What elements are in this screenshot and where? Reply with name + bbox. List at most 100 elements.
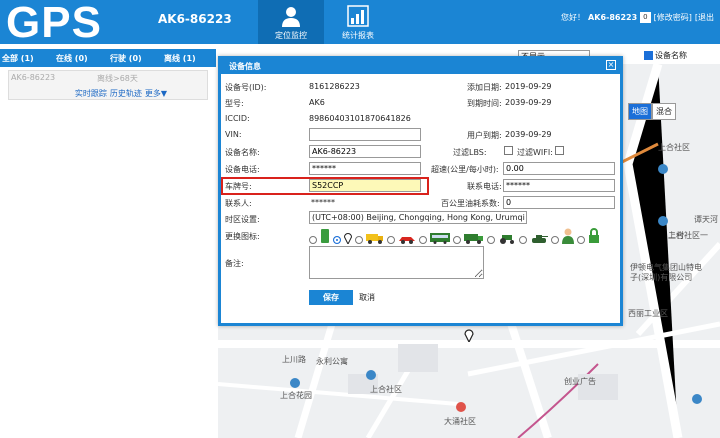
phone-device-icon xyxy=(321,229,329,243)
user-name: AK6-86223 xyxy=(588,13,638,22)
top-header: GPS AK6-86223 定位监控 统计报表 您好！ AK6-86223 0 … xyxy=(0,0,720,47)
timezone-select[interactable]: (UTC+08:00) Beijing, Chongqing, Hong Kon… xyxy=(309,211,527,224)
close-icon[interactable]: × xyxy=(606,60,616,70)
tab-online[interactable]: 在线 (0) xyxy=(54,49,108,67)
model-label: 型号: xyxy=(225,99,244,108)
device-phone-label: 设备电话: xyxy=(225,165,260,174)
vin-label: VIN: xyxy=(225,130,242,139)
icon-radio[interactable] xyxy=(453,236,461,244)
tab-location-monitor-label: 定位监控 xyxy=(275,31,307,40)
map-label: 西丽工业区 xyxy=(628,309,668,318)
contact-phone-input[interactable] xyxy=(503,179,615,192)
add-date-label: 添加日期: xyxy=(467,83,502,92)
tab-location-monitor[interactable]: 定位监控 xyxy=(258,0,324,44)
contact-phone-label: 联系电话: xyxy=(467,182,502,191)
app-logo: GPS xyxy=(6,0,102,47)
car-icon xyxy=(399,237,415,244)
greeting: 您好！ xyxy=(561,13,586,22)
fuel-label: 百公里油耗系数: xyxy=(441,199,500,208)
iccid-label: ICCID: xyxy=(225,114,250,123)
timezone-label: 时区设置: xyxy=(225,215,260,224)
map-label: 谭天河 xyxy=(694,215,718,224)
lock-icon xyxy=(589,228,599,243)
icon-radio[interactable] xyxy=(577,236,585,244)
realtime-track-link[interactable]: 实时跟踪 xyxy=(75,88,107,99)
poi-marker-icon xyxy=(658,216,668,226)
tab-all[interactable]: 全部 (1) xyxy=(0,49,54,67)
poi-marker-icon xyxy=(366,370,376,380)
logout-link[interactable]: [退出 xyxy=(695,12,714,23)
person-icon xyxy=(562,228,574,244)
map-pin-icon xyxy=(464,329,474,342)
icon-radio[interactable] xyxy=(419,236,427,244)
tab-offline[interactable]: 离线 (1) xyxy=(162,49,216,67)
tab-moving[interactable]: 行驶 (0) xyxy=(108,49,162,67)
save-button[interactable]: 保存 xyxy=(309,290,353,305)
icon-radio[interactable] xyxy=(487,236,495,244)
device-name-checkbox[interactable] xyxy=(644,51,653,60)
device-list-item[interactable]: AK6-86223 离线>68天 实时跟踪 历史轨迹 更多▼ xyxy=(8,70,208,100)
device-filter-tabs: 全部 (1) 在线 (0) 行驶 (0) 离线 (1) xyxy=(0,49,216,67)
icon-radio[interactable] xyxy=(519,236,527,244)
poi-marker-icon xyxy=(456,402,466,412)
vin-input[interactable] xyxy=(309,128,421,141)
tractor-icon xyxy=(500,235,514,244)
lorry-icon xyxy=(464,234,483,244)
language-box[interactable]: 0 xyxy=(640,12,651,23)
device-list-name: AK6-86223 xyxy=(11,73,56,82)
device-name-toggle[interactable]: 设备名称 xyxy=(644,50,687,61)
tab-statistics-report-label: 统计报表 xyxy=(342,31,374,40)
map-label: 大涌社区 xyxy=(444,417,476,426)
device-name-checkbox-label: 设备名称 xyxy=(655,51,687,60)
map-label: 上合花园 xyxy=(280,391,312,400)
header-device-name: AK6-86223 xyxy=(158,12,232,26)
user-expire-label: 用户到期: xyxy=(467,131,502,140)
device-name-input[interactable] xyxy=(309,145,421,158)
change-password-link[interactable]: [修改密码] xyxy=(654,12,692,23)
expire-label: 到期时间: xyxy=(467,99,502,108)
map-label: 永利公寓 xyxy=(316,357,348,366)
iccid-value: 89860403101870641826 xyxy=(309,114,411,123)
filter-wifi-checkbox[interactable] xyxy=(555,146,564,155)
tab-statistics-report[interactable]: 统计报表 xyxy=(325,0,391,44)
device-info-dialog: 设备信息 × 设备号(ID): 8161286223 型号: AK6 ICCID… xyxy=(218,56,623,326)
map-label: 子(深圳)有限公司 xyxy=(630,273,693,282)
fuel-input[interactable] xyxy=(503,196,615,209)
contact-value: ****** xyxy=(311,198,335,207)
truck-icon xyxy=(366,234,383,244)
device-id-label: 设备号(ID): xyxy=(225,83,267,92)
plate-label: 车牌号: xyxy=(225,182,252,191)
bus-icon xyxy=(430,233,450,244)
icon-radio[interactable] xyxy=(309,236,317,244)
icon-radio[interactable] xyxy=(551,236,559,244)
plate-number-input[interactable] xyxy=(309,179,421,192)
device-list-status: 离线>68天 xyxy=(97,74,138,83)
icon-radio[interactable] xyxy=(387,236,395,244)
device-id-value: 8161286223 xyxy=(309,82,360,91)
map-label: 上合社区 xyxy=(658,143,690,152)
contact-label: 联系人: xyxy=(225,199,252,208)
cancel-button[interactable]: 取消 xyxy=(359,290,375,305)
device-links: 实时跟踪 历史轨迹 更多▼ xyxy=(75,88,167,99)
map-type-hybrid[interactable]: 混合 xyxy=(652,103,676,120)
tank-icon xyxy=(532,235,548,243)
map-type-map[interactable]: 地图 xyxy=(628,103,652,120)
icon-radio[interactable] xyxy=(355,236,363,244)
notes-label: 备注: xyxy=(225,259,244,268)
device-phone-input[interactable] xyxy=(309,162,421,175)
poi-marker-icon xyxy=(692,394,702,404)
expire-value: 2039-09-29 xyxy=(505,98,552,107)
model-value: AK6 xyxy=(309,98,325,107)
map-label: 上川路 xyxy=(282,355,306,364)
history-track-link[interactable]: 历史轨迹 xyxy=(110,88,142,99)
user-expire-value: 2039-09-29 xyxy=(505,130,552,139)
notes-textarea[interactable] xyxy=(309,246,484,279)
poi-marker-icon xyxy=(290,378,300,388)
more-menu-link[interactable]: 更多▼ xyxy=(145,88,167,99)
map-label: 创业广告 xyxy=(564,377,596,386)
speed-label: 超速(公里/每小时): xyxy=(431,165,499,174)
icon-radio[interactable] xyxy=(333,236,341,244)
speed-input[interactable] xyxy=(503,162,615,175)
dialog-title: 设备信息 xyxy=(221,58,620,74)
filter-lbs-checkbox[interactable] xyxy=(504,146,513,155)
